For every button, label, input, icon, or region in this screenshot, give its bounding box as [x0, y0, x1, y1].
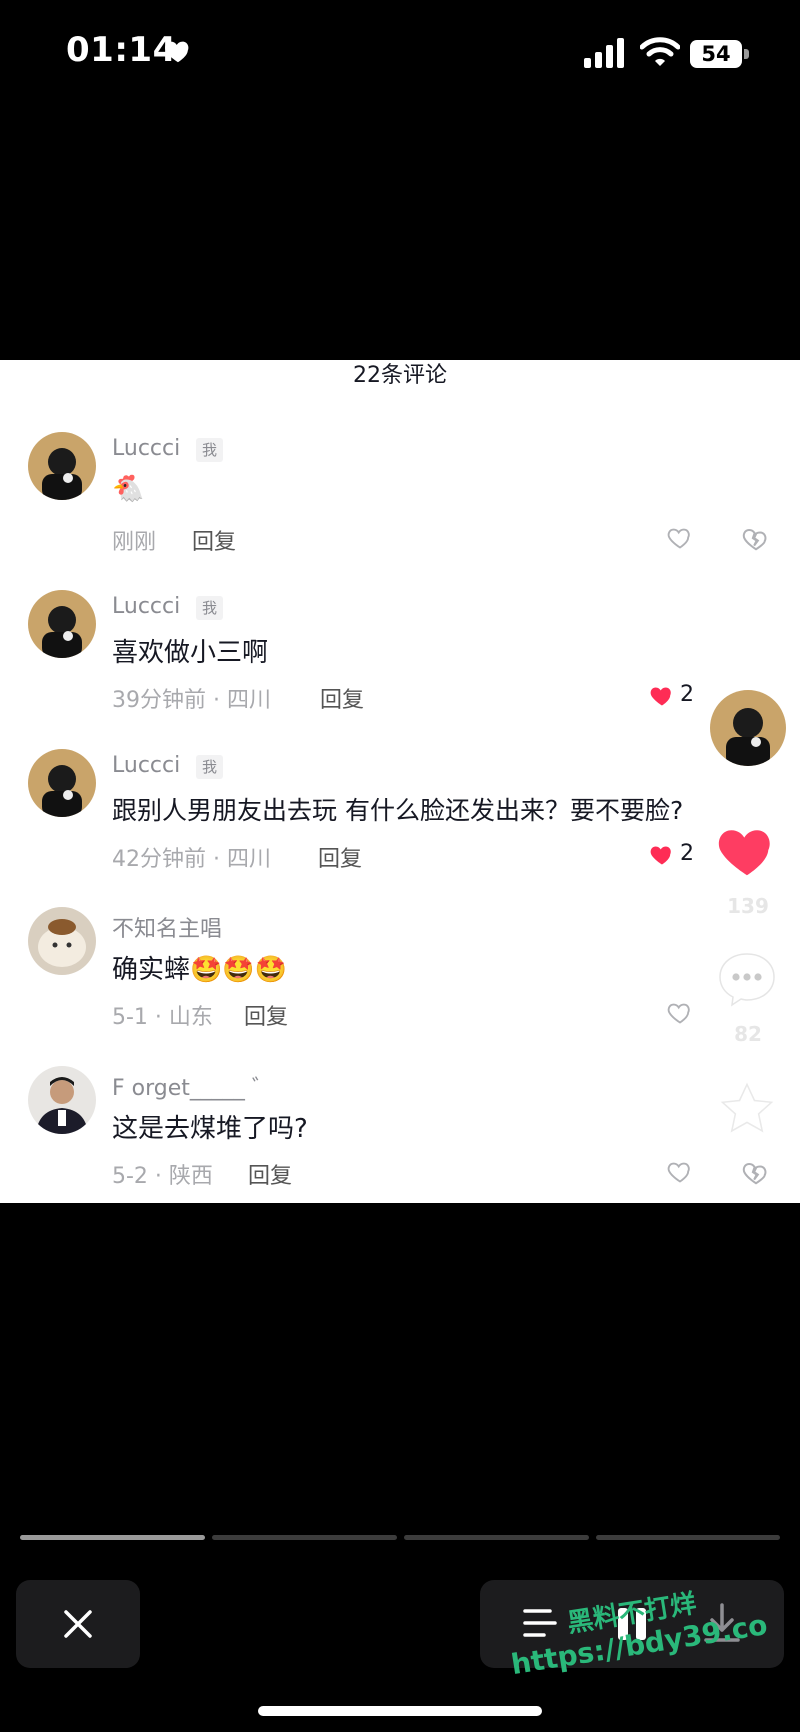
comment-username[interactable]: Luccci [112, 436, 180, 461]
comment-text: 这是去煤堆了吗? [112, 1114, 308, 1144]
like-count: 2 [680, 841, 694, 866]
comment-item[interactable]: Luccci 我 跟别人男朋友出去玩 有什么脸还发出来？要不要脸? 42分钟前 … [0, 749, 800, 899]
comment-sheet: 22条评论 Luccci 我 🐔 刚刚 回复 Luccci 我 喜欢做小三啊 3… [0, 360, 800, 1203]
me-tag: 我 [196, 755, 224, 779]
reply-button[interactable]: 回复 [318, 841, 362, 873]
like-icon[interactable] [666, 1158, 694, 1184]
video-like-count: 139 [727, 894, 769, 918]
like-icon[interactable] [666, 999, 694, 1025]
reply-button[interactable]: 回复 [320, 682, 364, 714]
me-tag: 我 [196, 438, 224, 462]
battery-tip [744, 49, 749, 59]
like-count: 2 [680, 682, 694, 707]
progress-segment [404, 1535, 589, 1540]
comment-text: 喜欢做小三啊 [112, 638, 269, 668]
reply-button[interactable]: 回复 [192, 524, 236, 556]
signal-icon [584, 38, 624, 68]
like-icon[interactable] [648, 841, 676, 867]
comment-bubble-icon[interactable] [716, 950, 778, 1008]
avatar[interactable] [28, 907, 96, 975]
progress-segment [212, 1535, 397, 1540]
avatar[interactable] [28, 432, 96, 500]
comment-item[interactable]: Luccci 我 🐔 刚刚 回复 [0, 432, 800, 582]
avatar[interactable] [28, 749, 96, 817]
comment-text: 确实蟀🤩🤩🤩 [112, 955, 288, 985]
like-icon[interactable] [648, 682, 676, 708]
comment-username[interactable]: Luccci [112, 594, 180, 619]
favorite-star-icon[interactable] [716, 1078, 778, 1140]
comment-meta: 5-2 · 陕西 [112, 1164, 213, 1189]
video-comment-count: 82 [734, 1022, 762, 1046]
comment-username[interactable]: 不知名主唱 [112, 911, 222, 943]
battery-indicator: 54 [690, 40, 750, 68]
like-video-icon[interactable] [714, 818, 780, 878]
comment-meta: 42分钟前 · 四川 [112, 847, 271, 872]
progress-segment [20, 1535, 205, 1540]
comment-username[interactable]: Luccci [112, 753, 180, 778]
close-icon [64, 1610, 92, 1638]
reply-button[interactable]: 回复 [248, 1158, 292, 1190]
heart-icon [165, 41, 189, 63]
avatar[interactable] [28, 1066, 96, 1134]
comment-item[interactable]: F orget_____ ゛ 这是去煤堆了吗? 5-2 · 陕西 回复 [0, 1066, 800, 1203]
close-button[interactable] [16, 1580, 140, 1668]
comment-item[interactable]: 不知名主唱 确实蟀🤩🤩🤩 5-1 · 山东 回复 [0, 907, 800, 1057]
comment-meta: 刚刚 [112, 530, 157, 555]
comment-meta: 5-1 · 山东 [112, 1005, 213, 1030]
dislike-icon[interactable] [741, 524, 771, 552]
avatar[interactable] [28, 590, 96, 658]
dislike-icon[interactable] [741, 1158, 771, 1186]
comment-text: 🐔 [112, 474, 145, 504]
comment-item[interactable]: Luccci 我 喜欢做小三啊 39分钟前 · 四川 回复 2 [0, 590, 800, 740]
me-tag: 我 [196, 596, 224, 620]
story-progress [20, 1535, 780, 1541]
author-avatar[interactable] [707, 687, 789, 769]
status-bar: 01:14 54 [0, 0, 800, 110]
wifi-icon [640, 37, 680, 66]
comment-meta: 39分钟前 · 四川 [112, 688, 271, 713]
progress-segment [596, 1535, 780, 1540]
comment-username[interactable]: F orget_____ ゛ [112, 1070, 274, 1102]
status-time: 01:14 [66, 30, 177, 70]
comment-count-title: 22条评论 [353, 363, 447, 388]
comment-text: 跟别人男朋友出去玩 有什么脸还发出来？要不要脸? [112, 796, 684, 825]
reply-button[interactable]: 回复 [244, 999, 288, 1031]
battery-level: 54 [701, 42, 731, 66]
home-indicator[interactable] [258, 1706, 542, 1716]
like-icon[interactable] [666, 524, 694, 550]
